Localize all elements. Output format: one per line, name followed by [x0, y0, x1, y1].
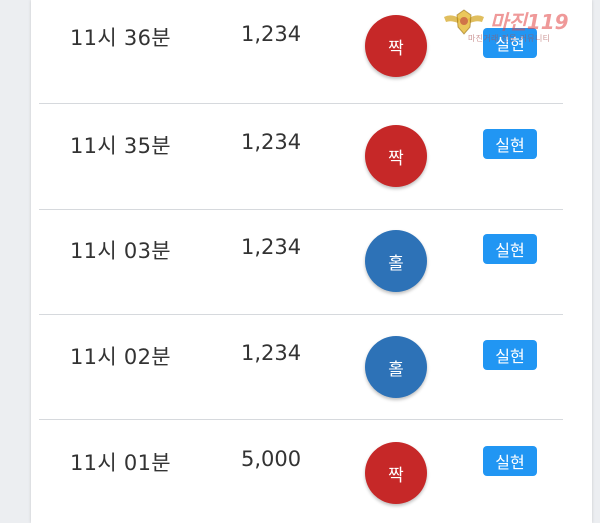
time-label: 11시 02분 [70, 345, 171, 369]
list-item: 11시 35분 1,234 짝 실현 [39, 104, 563, 210]
watermark-subtitle: 마진거래 전문 커뮤니티 [468, 34, 551, 43]
time-label: 11시 01분 [70, 451, 171, 475]
list-item: 11시 02분 1,234 홀 실현 [39, 314, 563, 420]
watermark-logo: 마진119 마진거래 전문 커뮤니티 [438, 4, 598, 46]
list-item: 11시 01분 5,000 짝 실현 [39, 419, 563, 523]
amount-label: 5,000 [241, 447, 302, 471]
result-ball-hol: 홀 [365, 230, 427, 292]
status-badge: 실현 [483, 340, 537, 370]
result-ball-hol: 홀 [365, 336, 427, 398]
result-ball-jjak: 짝 [365, 15, 427, 77]
result-list: 11시 36분 1,234 짝 실현 11시 35분 1,234 짝 실현 11… [31, 0, 592, 523]
result-ball-jjak: 짝 [365, 125, 427, 187]
result-ball-jjak: 짝 [365, 442, 427, 504]
time-label: 11시 03분 [70, 239, 171, 263]
list-item: 11시 03분 1,234 홀 실현 [39, 209, 563, 315]
amount-label: 1,234 [241, 341, 302, 365]
amount-label: 1,234 [241, 130, 302, 154]
amount-label: 1,234 [241, 235, 302, 259]
status-badge: 실현 [483, 129, 537, 159]
status-badge: 실현 [483, 446, 537, 476]
time-label: 11시 35분 [70, 134, 171, 158]
time-label: 11시 36분 [70, 26, 171, 50]
amount-label: 1,234 [241, 22, 302, 46]
watermark-title: 마진119 [490, 10, 569, 34]
status-badge: 실현 [483, 234, 537, 264]
